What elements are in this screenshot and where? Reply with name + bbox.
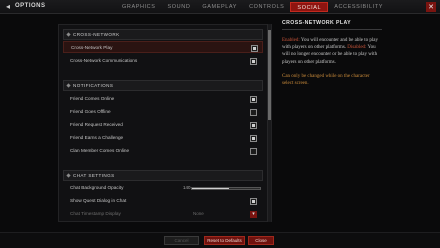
row-cross-network-play[interactable]: Cross-Network Play (63, 41, 263, 53)
info-title: CROSS-NETWORK PLAY (282, 20, 382, 30)
friend-goes-offline-checkbox[interactable] (250, 109, 257, 116)
close-icon[interactable]: ✕ (426, 2, 436, 12)
row-label: Cross-Network Communications (70, 58, 138, 63)
top-bar: ◂ OPTIONS GRAPHICS SOUND GAMEPLAY CONTRO… (0, 0, 440, 14)
row-label: Chat Timestamp Display (70, 211, 121, 216)
window-title: OPTIONS (15, 3, 46, 9)
row-friend-goes-offline[interactable]: Friend Goes Offline (63, 106, 263, 118)
row-label: Friend Earns a Challenge (70, 135, 124, 140)
section-header-cross-network[interactable]: CROSS-NETWORK (63, 29, 263, 40)
row-chat-timestamp-display[interactable]: Chat Timestamp Display None ▾ (63, 208, 263, 220)
tab-social[interactable]: SOCIAL (290, 2, 329, 12)
tab-accessibility[interactable]: ACCESSIBILITY (328, 2, 389, 12)
row-chat-background-opacity[interactable]: Chat Background Opacity 140 (63, 182, 263, 194)
row-show-quest-dialog[interactable]: Show Quest Dialog in Chat (63, 195, 263, 207)
cross-network-play-checkbox[interactable] (251, 45, 258, 52)
friend-request-received-checkbox[interactable] (250, 122, 257, 129)
tab-controls[interactable]: CONTROLS (243, 2, 290, 12)
cancel-button[interactable]: Cancel (164, 236, 199, 245)
enabled-label: Enabled: (282, 38, 300, 43)
close-button[interactable]: Close (248, 236, 274, 245)
row-label: Cross-Network Play (71, 45, 113, 50)
friend-earns-challenge-checkbox[interactable] (250, 135, 257, 142)
section-bullet-icon (66, 83, 71, 88)
section-bullet-icon (66, 173, 71, 178)
section-title: CROSS-NETWORK (73, 32, 120, 37)
friend-comes-online-checkbox[interactable] (250, 96, 257, 103)
tab-graphics[interactable]: GRAPHICS (116, 2, 162, 12)
section-title: CHAT SETTINGS (73, 173, 115, 178)
row-label: Show Quest Dialog in Chat (70, 198, 127, 203)
opacity-value: 140 (183, 185, 191, 190)
row-label: Friend Request Received (70, 122, 123, 127)
back-arrow-icon[interactable]: ◂ (3, 2, 13, 12)
cross-network-communications-checkbox[interactable] (250, 58, 257, 65)
row-label: Chat Background Opacity (70, 185, 124, 190)
clan-member-comes-online-checkbox[interactable] (250, 148, 257, 155)
row-cross-network-communications[interactable]: Cross-Network Communications (63, 55, 263, 67)
info-description: Enabled: You will encounter and be able … (282, 37, 382, 66)
row-clan-member-comes-online[interactable]: Clan Member Comes Online (63, 145, 263, 157)
tab-sound[interactable]: SOUND (162, 2, 197, 12)
info-panel: CROSS-NETWORK PLAY Enabled: You will enc… (282, 20, 382, 87)
row-friend-earns-challenge[interactable]: Friend Earns a Challenge (63, 132, 263, 144)
tab-bar: GRAPHICS SOUND GAMEPLAY CONTROLS SOCIAL … (116, 2, 389, 12)
timestamp-dropdown-value: None (193, 211, 204, 216)
settings-panel: CROSS-NETWORK Cross-Network Play Cross-N… (58, 24, 272, 222)
section-title: NOTIFICATIONS (73, 83, 114, 88)
scrollbar-thumb[interactable] (268, 30, 271, 120)
show-quest-dialog-checkbox[interactable] (250, 198, 257, 205)
chevron-down-icon[interactable]: ▾ (250, 211, 257, 218)
section-bullet-icon (66, 32, 71, 37)
row-label: Clan Member Comes Online (70, 148, 130, 153)
disabled-label: Disabled: (347, 45, 367, 51)
reset-to-defaults-button[interactable]: Reset to Defaults (204, 236, 245, 245)
settings-scrollbar[interactable] (267, 24, 271, 222)
opacity-slider[interactable] (191, 187, 261, 190)
tab-gameplay[interactable]: GAMEPLAY (196, 2, 243, 12)
opacity-slider-fill (192, 188, 230, 189)
row-label: Friend Goes Offline (70, 109, 111, 114)
section-header-notifications[interactable]: NOTIFICATIONS (63, 80, 263, 91)
info-note: Can only be changed while on the charact… (282, 73, 370, 87)
row-friend-request-received[interactable]: Friend Request Received (63, 119, 263, 131)
row-label: Friend Comes Online (70, 96, 115, 101)
section-header-chat-settings[interactable]: CHAT SETTINGS (63, 170, 263, 181)
row-friend-comes-online[interactable]: Friend Comes Online (63, 93, 263, 105)
